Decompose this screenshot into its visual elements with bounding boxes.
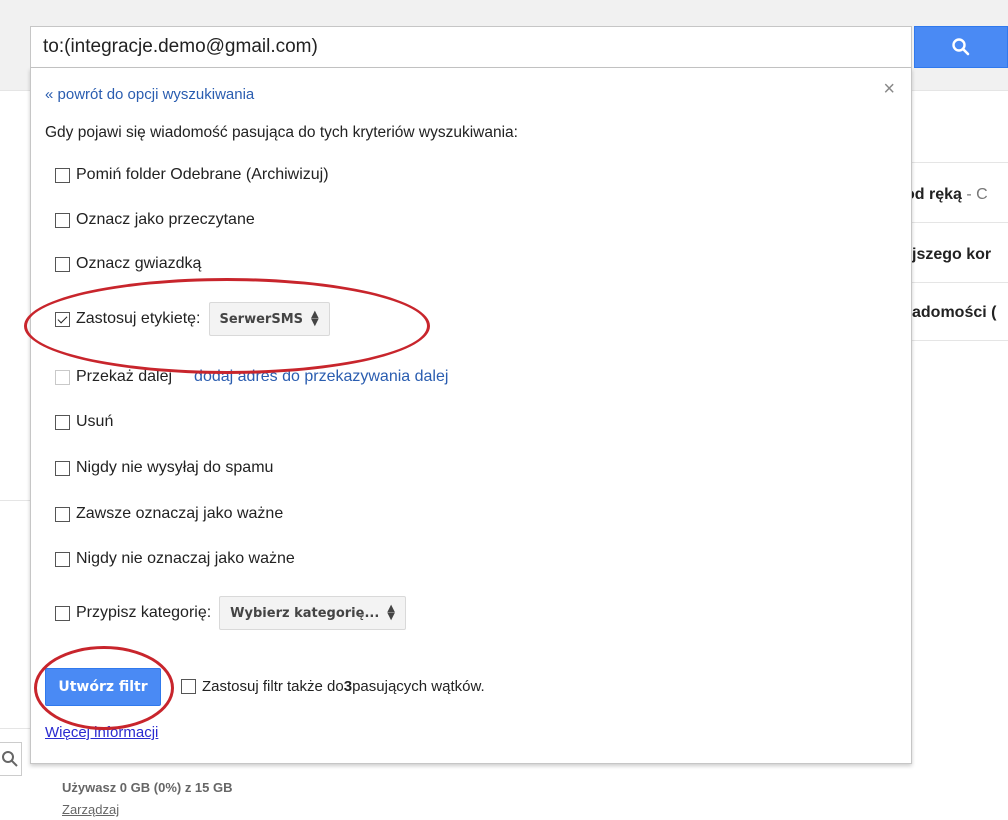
never-important-checkbox[interactable] xyxy=(55,551,70,567)
also-apply-text: Zastosuj filtr także do xyxy=(202,678,344,695)
create-filter-button[interactable]: Utwórz filtr xyxy=(45,668,161,706)
back-to-search-options-link[interactable]: « powrót do opcji wyszukiwania xyxy=(45,86,254,103)
option-star[interactable]: Oznacz gwiazdką xyxy=(55,255,201,273)
divider xyxy=(0,500,30,501)
category-select[interactable]: Wybierz kategorię... ▲ ▼ xyxy=(219,596,406,630)
filter-intro-text: Gdy pojawi się wiadomość pasująca do tyc… xyxy=(45,124,518,141)
option-never-important[interactable]: Nigdy nie oznaczaj jako ważne xyxy=(55,550,295,568)
select-arrows-icon: ▲ ▼ xyxy=(387,603,395,622)
search-icon xyxy=(952,38,970,56)
option-archive[interactable]: Pomiń folder Odebrane (Archiwizuj) xyxy=(55,166,329,184)
divider xyxy=(912,340,1008,341)
option-label: Usuń xyxy=(76,413,114,430)
add-forwarding-address-link[interactable]: dodaj adres do przekazywania dalej xyxy=(194,368,448,386)
select-arrows-icon: ▲ ▼ xyxy=(311,309,319,328)
delete-checkbox[interactable] xyxy=(55,414,70,430)
always-important-checkbox[interactable] xyxy=(55,506,70,522)
close-icon[interactable]: × xyxy=(883,78,895,101)
label-select[interactable]: SerwerSMS ▲ ▼ xyxy=(208,302,330,336)
filter-panel: « powrót do opcji wyszukiwania × Gdy poj… xyxy=(30,68,912,764)
storage-usage: Używasz 0 GB (0%) z 15 GB xyxy=(62,780,233,795)
category-select-value: Wybierz kategorię... xyxy=(230,605,380,621)
divider xyxy=(912,222,1008,223)
mark-read-checkbox[interactable] xyxy=(55,212,70,228)
search-input[interactable]: to:(integracje.demo@gmail.com) xyxy=(30,26,912,68)
option-label: Przekaż dalej xyxy=(76,368,173,385)
option-label: Oznacz gwiazdką xyxy=(76,255,202,272)
email-row[interactable]: jszego kor xyxy=(912,246,991,264)
divider xyxy=(912,282,1008,283)
search-icon xyxy=(2,751,18,767)
option-delete[interactable]: Usuń xyxy=(55,413,113,431)
option-label: Pomiń folder Odebrane (Archiwizuj) xyxy=(76,166,329,183)
divider xyxy=(0,728,30,729)
never-spam-checkbox[interactable] xyxy=(55,460,70,476)
category-checkbox[interactable] xyxy=(55,605,70,621)
also-apply-option[interactable]: Zastosuj filtr także do 3 pasujących wąt… xyxy=(181,678,485,695)
option-label: Zawsze oznaczaj jako ważne xyxy=(76,505,284,522)
option-forward[interactable]: Przekaż dalej dodaj adres do przekazywan… xyxy=(55,368,448,386)
option-label: Nigdy nie oznaczaj jako ważne xyxy=(76,550,295,567)
option-label: Oznacz jako przeczytane xyxy=(76,211,255,228)
option-always-important[interactable]: Zawsze oznaczaj jako ważne xyxy=(55,505,283,523)
email-row[interactable]: od ręką - C xyxy=(905,186,988,204)
star-checkbox[interactable] xyxy=(55,256,70,272)
email-row[interactable]: adomości ( xyxy=(912,304,996,322)
sidebar-search-button[interactable] xyxy=(0,742,22,776)
divider xyxy=(912,162,1008,163)
manage-storage-link[interactable]: Zarządzaj xyxy=(62,802,119,817)
archive-checkbox[interactable] xyxy=(55,167,70,183)
search-button[interactable] xyxy=(914,26,1008,68)
option-apply-label[interactable]: Zastosuj etykietę: SerwerSMS ▲ ▼ xyxy=(55,302,330,336)
more-info-link[interactable]: Więcej informacji xyxy=(45,724,158,741)
apply-label-checkbox[interactable] xyxy=(55,311,70,327)
option-label: Zastosuj etykietę: xyxy=(76,310,201,327)
option-label: Przypisz kategorię: xyxy=(76,604,212,621)
option-mark-read[interactable]: Oznacz jako przeczytane xyxy=(55,211,255,229)
also-apply-text: pasujących wątków. xyxy=(352,678,485,695)
option-never-spam[interactable]: Nigdy nie wysyłaj do spamu xyxy=(55,459,273,477)
matching-thread-count: 3 xyxy=(343,678,353,695)
label-select-value: SerwerSMS xyxy=(219,311,304,327)
option-label: Nigdy nie wysyłaj do spamu xyxy=(76,459,274,476)
also-apply-checkbox[interactable] xyxy=(181,679,196,694)
option-category[interactable]: Przypisz kategorię: Wybierz kategorię...… xyxy=(55,596,406,630)
forward-checkbox[interactable] xyxy=(55,369,70,385)
